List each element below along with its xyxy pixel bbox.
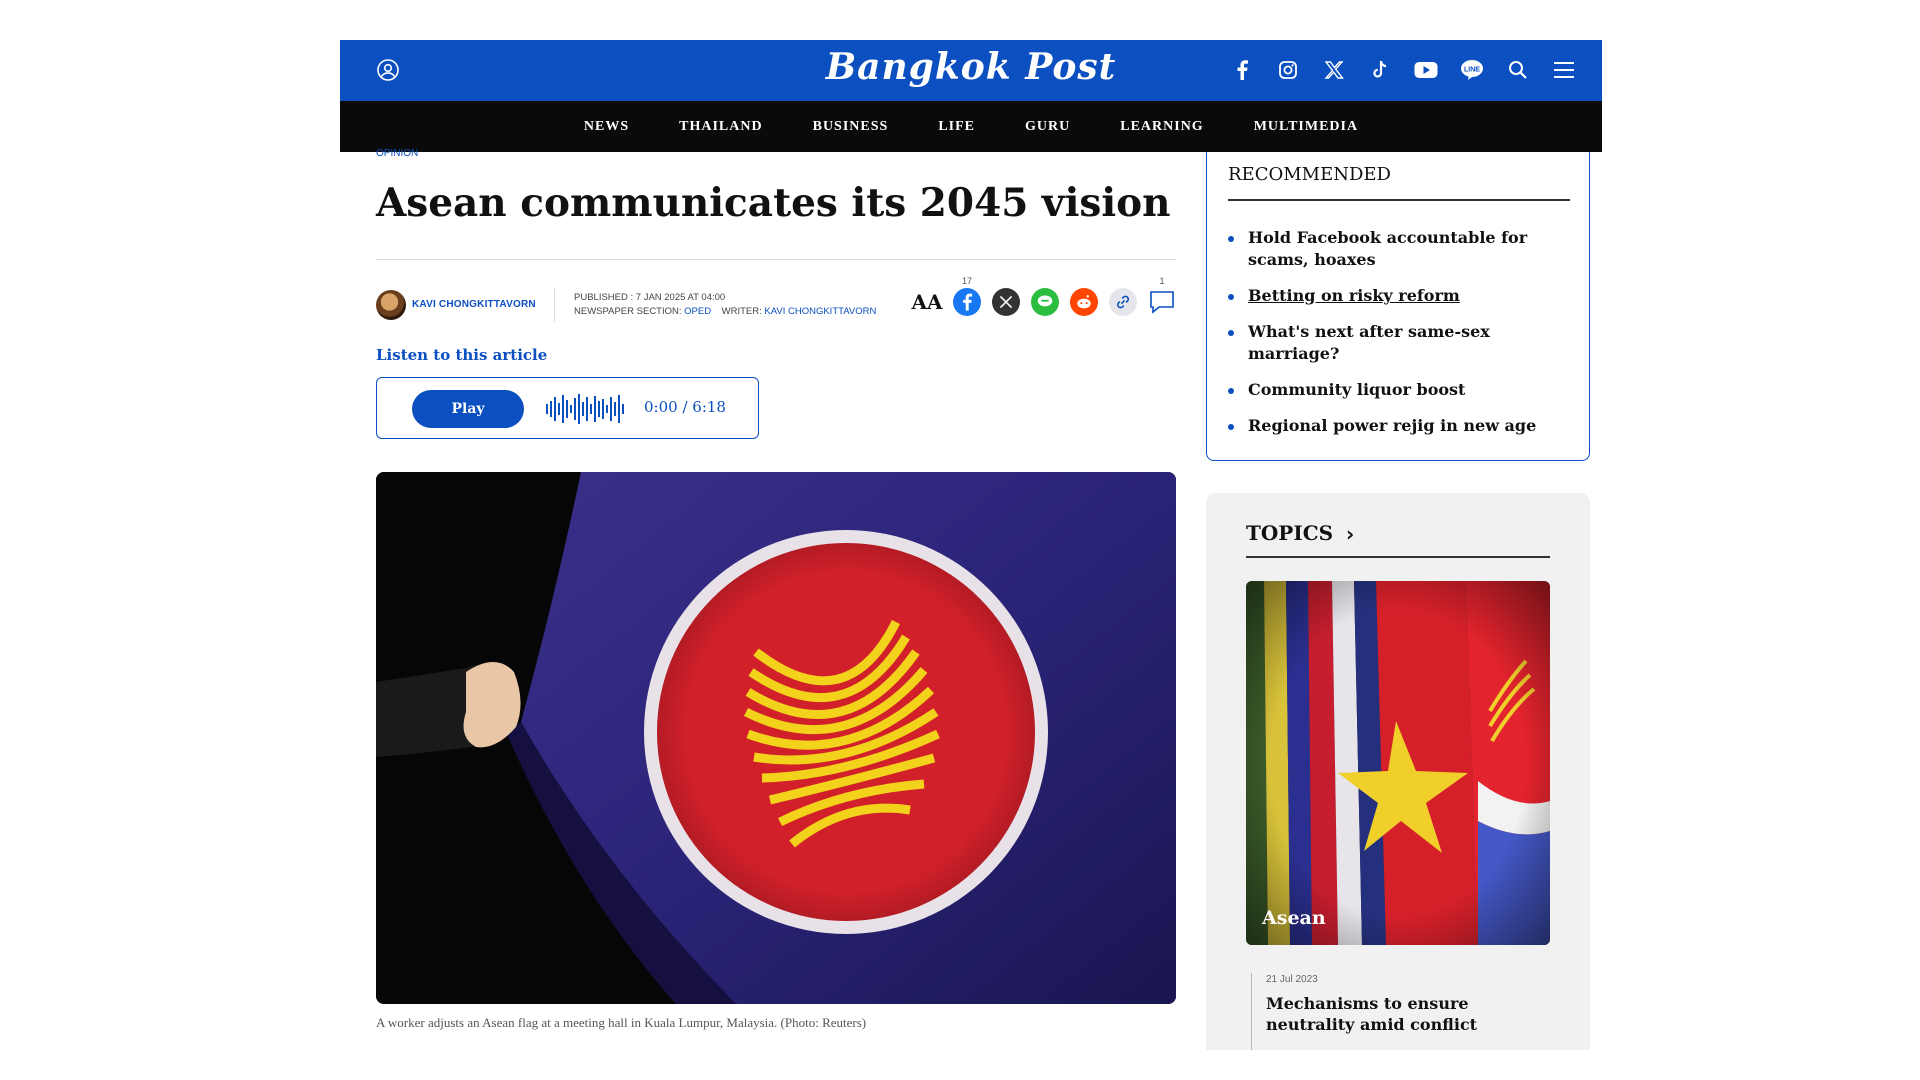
- play-button[interactable]: Play: [412, 390, 524, 428]
- section-tag[interactable]: OPINION: [376, 148, 418, 159]
- topic-story-date: 21 Jul 2023: [1266, 974, 1318, 985]
- author-name[interactable]: KAVI CHONGKITTAVORN: [412, 299, 536, 310]
- recommended-title: RECOMMENDED: [1228, 164, 1391, 185]
- audio-player: Play 0:00 / 6:18: [376, 377, 759, 439]
- nav-item-multimedia[interactable]: MULTIMEDIA: [1229, 119, 1383, 135]
- copy-link-icon[interactable]: [1109, 288, 1137, 316]
- recommended-item[interactable]: Hold Facebook accountable for scams, hoa…: [1228, 227, 1568, 271]
- line-icon[interactable]: LINE: [1458, 56, 1486, 84]
- author-avatar[interactable]: [376, 290, 406, 320]
- divider: [1246, 556, 1550, 558]
- divider: [1251, 973, 1252, 1050]
- line-share-icon[interactable]: [1031, 288, 1059, 316]
- youtube-icon[interactable]: [1412, 56, 1440, 84]
- main-nav: NEWS THAILAND BUSINESS LIFE GURU LEARNIN…: [340, 101, 1602, 152]
- site-header: Bangkok Post LINE: [340, 40, 1602, 101]
- font-size-button[interactable]: AA: [911, 288, 942, 316]
- x-share-icon[interactable]: [992, 288, 1020, 316]
- listen-label: Listen to this article: [376, 346, 548, 364]
- article-meta: PUBLISHED : 7 JAN 2025 AT 04:00 NEWSPAPE…: [574, 291, 876, 319]
- article-photo[interactable]: [376, 472, 1176, 1004]
- nav-item-life[interactable]: LIFE: [913, 119, 1000, 135]
- menu-icon[interactable]: [1550, 56, 1578, 84]
- byline: KAVI CHONGKITTAVORN PUBLISHED : 7 JAN 20…: [376, 276, 1176, 322]
- section-label: NEWSPAPER SECTION:: [574, 306, 682, 317]
- nav-item-guru[interactable]: GURU: [1000, 119, 1095, 135]
- instagram-icon[interactable]: [1274, 56, 1302, 84]
- section-link[interactable]: OPED: [684, 306, 711, 317]
- nav-item-news[interactable]: NEWS: [559, 119, 654, 135]
- divider: [554, 288, 555, 322]
- topic-label: Asean: [1262, 907, 1326, 929]
- svg-text:LINE: LINE: [1464, 67, 1480, 74]
- x-icon[interactable]: [1320, 56, 1348, 84]
- nav-item-thailand[interactable]: THAILAND: [654, 119, 787, 135]
- nav-item-learning[interactable]: LEARNING: [1095, 119, 1228, 135]
- facebook-share-count: 17: [961, 276, 973, 286]
- recommended-item[interactable]: Community liquor boost: [1228, 379, 1568, 401]
- article-headline: Asean communicates its 2045 vision: [376, 180, 1171, 226]
- topic-story-title[interactable]: Mechanisms to ensure neutrality amid con…: [1266, 993, 1526, 1035]
- divider: [376, 259, 1176, 260]
- nav-item-business[interactable]: BUSINESS: [788, 119, 914, 135]
- recommended-box: RECOMMENDED Hold Facebook accountable fo…: [1206, 152, 1590, 461]
- topics-title[interactable]: TOPICS: [1246, 521, 1333, 545]
- page: Bangkok Post LINE NEWS THAILAND BUSINESS…: [340, 40, 1602, 1050]
- tiktok-icon[interactable]: [1366, 56, 1394, 84]
- comment-icon[interactable]: 1: [1148, 276, 1176, 316]
- social-links: LINE: [1228, 56, 1578, 84]
- flags-image: [1246, 581, 1550, 945]
- search-icon[interactable]: [1504, 56, 1532, 84]
- topic-card[interactable]: Asean: [1246, 581, 1550, 945]
- waveform-icon: [546, 394, 624, 424]
- topics-box: TOPICS › Asean 21 Jul 2023 Mechanisms to…: [1206, 493, 1590, 1050]
- facebook-icon[interactable]: [1228, 56, 1256, 84]
- recommended-item[interactable]: What's next after same-sex marriage?: [1228, 321, 1568, 365]
- chevron-right-icon[interactable]: ›: [1346, 522, 1354, 546]
- asean-flag-image: [376, 472, 1176, 1004]
- photo-caption: A worker adjusts an Asean flag at a meet…: [376, 1015, 867, 1030]
- share-bar: AA 17 1: [911, 276, 1176, 316]
- writer-label: WRITER:: [721, 306, 762, 317]
- recommended-item[interactable]: Betting on risky reform: [1228, 285, 1568, 307]
- comment-count: 1: [1159, 276, 1165, 286]
- published-date: PUBLISHED : 7 JAN 2025 AT 04:00: [574, 292, 726, 303]
- audio-time: 0:00 / 6:18: [644, 398, 726, 416]
- recommended-item[interactable]: Regional power rejig in new age: [1228, 415, 1568, 437]
- reddit-share-icon[interactable]: [1070, 288, 1098, 316]
- writer-link[interactable]: KAVI CHONGKITTAVORN: [764, 306, 876, 317]
- facebook-share-icon[interactable]: 17: [953, 276, 981, 316]
- divider: [1228, 199, 1570, 201]
